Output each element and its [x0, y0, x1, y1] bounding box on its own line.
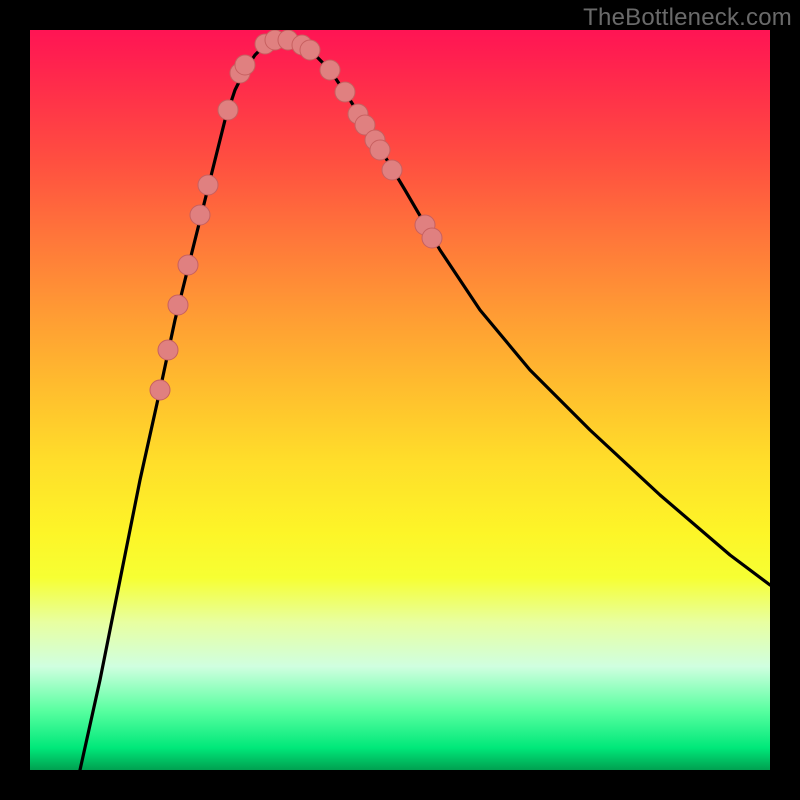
data-marker: [198, 175, 218, 195]
data-marker: [300, 40, 320, 60]
data-marker: [158, 340, 178, 360]
data-marker: [218, 100, 238, 120]
data-marker: [168, 295, 188, 315]
watermark-text: TheBottleneck.com: [583, 4, 792, 32]
data-markers: [150, 30, 442, 400]
data-marker: [370, 140, 390, 160]
data-marker: [178, 255, 198, 275]
data-marker: [190, 205, 210, 225]
data-marker: [422, 228, 442, 248]
curve-path: [80, 40, 770, 770]
data-marker: [335, 82, 355, 102]
data-marker: [235, 55, 255, 75]
plot-area: [30, 30, 770, 770]
data-marker: [320, 60, 340, 80]
data-marker: [382, 160, 402, 180]
curve-svg: [30, 30, 770, 770]
data-marker: [150, 380, 170, 400]
bottleneck-curve: [80, 40, 770, 770]
chart-frame: TheBottleneck.com: [0, 0, 800, 800]
